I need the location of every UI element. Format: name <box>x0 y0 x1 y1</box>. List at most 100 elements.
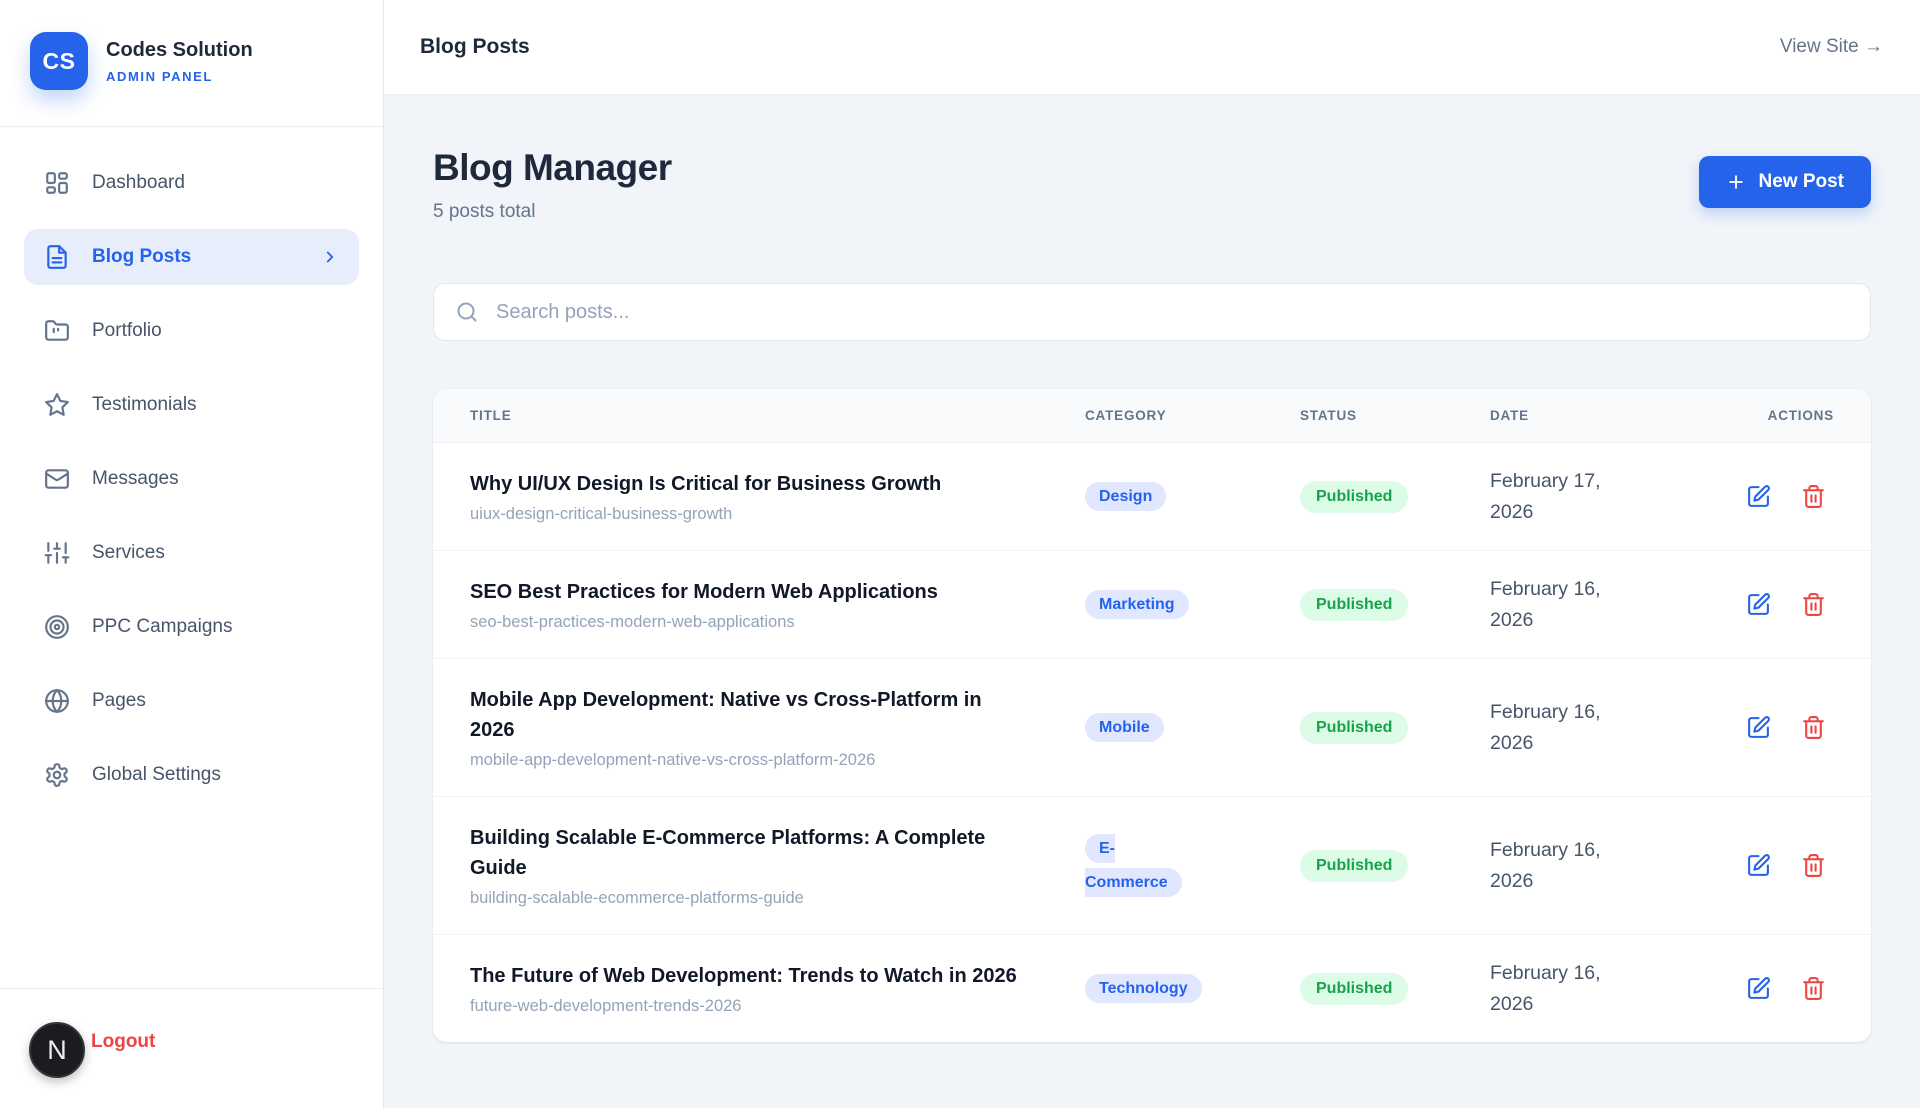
delete-post-button[interactable] <box>1801 715 1826 740</box>
blog-posts-icon <box>44 244 70 270</box>
view-site-link[interactable]: View Site → <box>1780 36 1883 58</box>
delete-post-button[interactable] <box>1801 853 1826 878</box>
trash-icon <box>1801 592 1826 617</box>
status-badge: Published <box>1300 973 1408 1005</box>
table-row: Why UI/UX Design Is Critical for Busines… <box>433 443 1871 551</box>
edit-icon <box>1746 715 1771 740</box>
sidebar-item-messages[interactable]: Messages <box>24 451 359 507</box>
sidebar-item-label: Services <box>92 542 165 564</box>
column-header-status: Status <box>1300 389 1490 442</box>
sidebar-item-global-settings[interactable]: Global Settings <box>24 747 359 803</box>
delete-post-button[interactable] <box>1801 976 1826 1001</box>
post-status-cell: Published <box>1300 589 1490 621</box>
category-badge: Technology <box>1085 974 1202 1003</box>
delete-post-button[interactable] <box>1801 592 1826 617</box>
edit-icon <box>1746 484 1771 509</box>
sidebar-item-label: Pages <box>92 690 146 712</box>
category-badge: Design <box>1085 482 1166 511</box>
post-title-cell: Mobile App Development: Native vs Cross-… <box>470 659 1085 796</box>
post-slug: seo-best-practices-modern-web-applicatio… <box>470 613 1085 632</box>
column-header-category: Category <box>1085 389 1300 442</box>
posts-count: 5 posts total <box>433 201 672 223</box>
post-date: February 16, 2026 <box>1490 835 1640 895</box>
post-title-cell: Why UI/UX Design Is Critical for Busines… <box>470 443 1085 550</box>
status-badge: Published <box>1300 850 1408 882</box>
gear-icon <box>44 762 70 788</box>
edit-post-button[interactable] <box>1746 592 1771 617</box>
sidebar-item-pages[interactable]: Pages <box>24 673 359 729</box>
post-category-cell: E-Commerce <box>1085 832 1209 899</box>
table-row: SEO Best Practices for Modern Web Applic… <box>433 551 1871 659</box>
post-actions-cell <box>1715 484 1834 509</box>
post-actions-cell <box>1715 592 1834 617</box>
status-badge: Published <box>1300 589 1408 621</box>
column-header-title: Title <box>470 389 1085 442</box>
post-category-cell: Marketing <box>1085 588 1209 622</box>
sidebar-item-label: PPC Campaigns <box>92 616 232 638</box>
post-slug: future-web-development-trends-2026 <box>470 997 1085 1016</box>
sidebar-item-label: Dashboard <box>92 172 185 194</box>
post-title-cell: The Future of Web Development: Trends to… <box>470 935 1085 1042</box>
content: Blog Manager 5 posts total New Post Titl… <box>384 95 1920 1108</box>
post-slug: mobile-app-development-native-vs-cross-p… <box>470 751 1085 770</box>
chevron-right-icon <box>321 248 339 266</box>
table-body: Why UI/UX Design Is Critical for Busines… <box>433 443 1871 1042</box>
column-header-actions: Actions <box>1715 389 1834 442</box>
sidebar: CS Codes Solution ADMIN PANEL Dashboard B… <box>0 0 384 1108</box>
brand-subtitle: ADMIN PANEL <box>106 69 253 84</box>
search-input[interactable] <box>433 283 1871 341</box>
post-title-cell: SEO Best Practices for Modern Web Applic… <box>470 551 1085 658</box>
main-area: Blog Posts View Site → Blog Manager 5 po… <box>384 0 1920 1108</box>
edit-post-button[interactable] <box>1746 976 1771 1001</box>
dev-tools-badge[interactable]: N <box>29 1022 85 1078</box>
category-badge: Mobile <box>1085 713 1164 742</box>
edit-post-button[interactable] <box>1746 853 1771 878</box>
brand-header: CS Codes Solution ADMIN PANEL <box>0 0 383 127</box>
dashboard-icon <box>44 170 70 196</box>
edit-post-button[interactable] <box>1746 715 1771 740</box>
post-category-cell: Design <box>1085 480 1209 514</box>
sidebar-item-label: Global Settings <box>92 764 221 786</box>
post-title: Mobile App Development: Native vs Cross-… <box>470 685 1030 745</box>
sidebar-item-label: Testimonials <box>92 394 197 416</box>
post-title-cell: Building Scalable E-Commerce Platforms: … <box>470 797 1085 934</box>
page-title: Blog Manager <box>433 147 672 189</box>
category-badge: E-Commerce <box>1085 834 1182 897</box>
globe-icon <box>44 688 70 714</box>
topbar: Blog Posts View Site → <box>384 0 1920 95</box>
post-title: SEO Best Practices for Modern Web Applic… <box>470 577 1030 607</box>
sidebar-nav: Dashboard Blog Posts Portfolio Testimonials… <box>0 127 383 988</box>
post-category-cell: Technology <box>1085 972 1209 1006</box>
edit-icon <box>1746 592 1771 617</box>
sidebar-item-label: Blog Posts <box>92 246 191 268</box>
edit-post-button[interactable] <box>1746 484 1771 509</box>
trash-icon <box>1801 484 1826 509</box>
table-header-row: Title Category Status Date Actions <box>433 389 1871 443</box>
new-post-button[interactable]: New Post <box>1699 156 1871 208</box>
brand-logo: CS <box>30 32 88 90</box>
portfolio-folder-icon <box>44 318 70 344</box>
sidebar-item-portfolio[interactable]: Portfolio <box>24 303 359 359</box>
post-date: February 16, 2026 <box>1490 697 1640 757</box>
search-bar <box>433 283 1871 341</box>
post-status-cell: Published <box>1300 481 1490 513</box>
post-category-cell: Mobile <box>1085 711 1209 745</box>
sidebar-item-services[interactable]: Services <box>24 525 359 581</box>
post-actions-cell <box>1715 715 1834 740</box>
post-title: Building Scalable E-Commerce Platforms: … <box>470 823 1030 883</box>
post-title: The Future of Web Development: Trends to… <box>470 961 1030 991</box>
delete-post-button[interactable] <box>1801 484 1826 509</box>
target-icon <box>44 614 70 640</box>
sidebar-item-blog-posts[interactable]: Blog Posts <box>24 229 359 285</box>
post-slug: uiux-design-critical-business-growth <box>470 505 1085 524</box>
sidebar-item-ppc-campaigns[interactable]: PPC Campaigns <box>24 599 359 655</box>
trash-icon <box>1801 976 1826 1001</box>
sidebar-item-dashboard[interactable]: Dashboard <box>24 155 359 211</box>
post-date: February 16, 2026 <box>1490 574 1640 634</box>
post-date: February 17, 2026 <box>1490 466 1640 526</box>
status-badge: Published <box>1300 481 1408 513</box>
sidebar-item-label: Messages <box>92 468 179 490</box>
post-date: February 16, 2026 <box>1490 958 1640 1018</box>
post-title: Why UI/UX Design Is Critical for Busines… <box>470 469 1030 499</box>
sidebar-item-testimonials[interactable]: Testimonials <box>24 377 359 433</box>
